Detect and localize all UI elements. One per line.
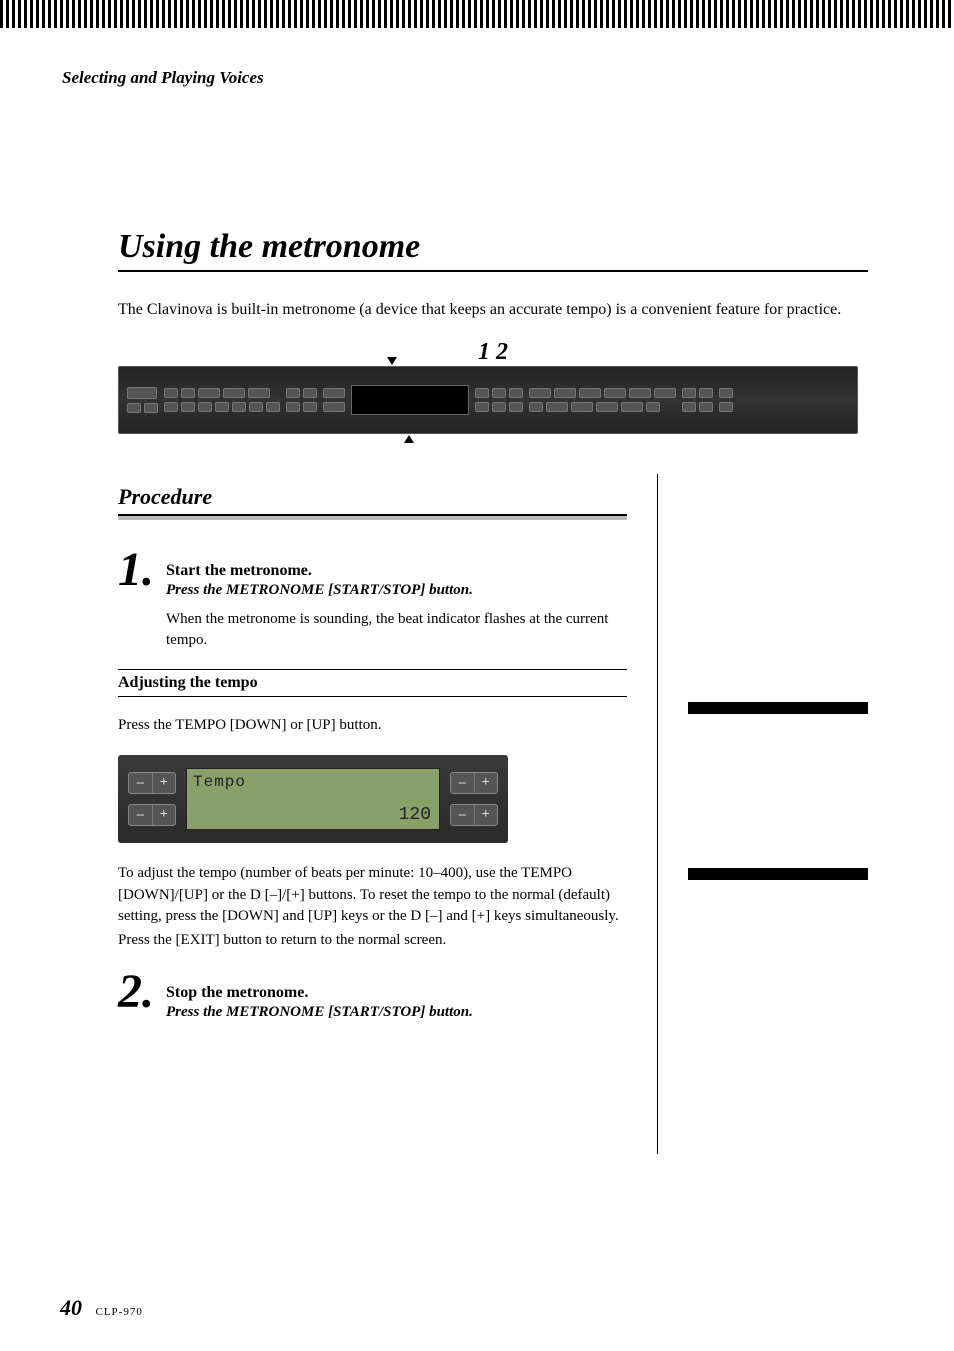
- lcd-screen: Tempo 120: [186, 768, 440, 830]
- panel-button: [529, 402, 543, 412]
- callout-arrow-icon: [404, 435, 414, 443]
- page-footer: 40 CLP-970: [60, 1295, 143, 1321]
- minus-icon: –: [451, 805, 475, 825]
- minus-icon: –: [451, 773, 475, 793]
- panel-button: [198, 388, 220, 398]
- lcd-illustration: – + – + Tempo 120 – +: [118, 755, 508, 843]
- panel-button: [699, 388, 713, 398]
- minus-plus-button: – +: [128, 772, 176, 794]
- panel-button: [682, 388, 696, 398]
- panel-button: [546, 402, 568, 412]
- section-title: Using the metronome: [118, 228, 868, 272]
- step-instruction: Press the METRONOME [START/STOP] button.: [166, 582, 627, 599]
- step-1: 1. Start the metronome. Press the METRON…: [118, 548, 627, 651]
- panel-lcd: [351, 385, 469, 415]
- panel-button: [629, 388, 651, 398]
- panel-button: [719, 388, 733, 398]
- model-name: CLP-970: [96, 1306, 143, 1318]
- adjust-detail-text: To adjust the tempo (number of beats per…: [118, 863, 627, 928]
- panel-button: [266, 402, 280, 412]
- step-title: Stop the metronome.: [166, 984, 473, 1002]
- panel-button: [554, 388, 576, 398]
- panel-button: [621, 402, 643, 412]
- panel-button: [127, 403, 141, 413]
- panel-button: [232, 402, 246, 412]
- step-number: 1.: [118, 548, 154, 591]
- chapter-heading: Selecting and Playing Voices: [62, 68, 868, 88]
- panel-button: [286, 388, 300, 398]
- panel-button: [646, 402, 660, 412]
- panel-button: [144, 403, 158, 413]
- panel-button: [164, 388, 178, 398]
- panel-button: [475, 402, 489, 412]
- step-title: Start the metronome.: [166, 562, 627, 580]
- step-number: 2.: [118, 970, 154, 1013]
- sidebar-note-bar: [688, 702, 868, 714]
- panel-button: [579, 388, 601, 398]
- intro-text: The Clavinova is built-in metronome (a d…: [118, 298, 868, 321]
- page-content: Selecting and Playing Voices Using the m…: [0, 28, 954, 1194]
- panel-button: [181, 402, 195, 412]
- panel-button: [571, 402, 593, 412]
- panel-button: [249, 402, 263, 412]
- sidebar-column: [658, 474, 868, 1154]
- subheading: Adjusting the tempo: [118, 669, 627, 697]
- panel-button: [215, 402, 229, 412]
- lcd-value: 120: [399, 805, 431, 825]
- sidebar-note-bar: [688, 868, 868, 880]
- panel-button: [223, 388, 245, 398]
- panel-button: [323, 388, 345, 398]
- plus-icon: +: [153, 773, 176, 793]
- instrument-panel-illustration: [118, 366, 858, 434]
- panel-button: [509, 388, 523, 398]
- panel-button: [164, 402, 178, 412]
- panel-button: [604, 388, 626, 398]
- plus-icon: +: [475, 773, 498, 793]
- panel-button: [682, 402, 696, 412]
- panel-button: [654, 388, 676, 398]
- figure-callout-numbers: 1 2: [118, 339, 868, 366]
- panel-button: [198, 402, 212, 412]
- callout-arrow-icon: [387, 357, 397, 365]
- panel-button: [248, 388, 270, 398]
- minus-icon: –: [129, 805, 153, 825]
- panel-button: [286, 402, 300, 412]
- plus-icon: +: [475, 805, 498, 825]
- adjust-intro-text: Press the TEMPO [DOWN] or [UP] button.: [118, 715, 627, 737]
- minus-plus-button: – +: [450, 804, 498, 826]
- panel-button: [509, 402, 523, 412]
- step-2: 2. Stop the metronome. Press the METRONO…: [118, 970, 627, 1031]
- procedure-heading: Procedure: [118, 484, 627, 510]
- panel-button: [303, 388, 317, 398]
- panel-button: [699, 402, 713, 412]
- panel-button: [529, 388, 551, 398]
- panel-button: [127, 387, 157, 399]
- step-description: When the metronome is sounding, the beat…: [166, 609, 627, 651]
- adjust-exit-text: Press the [EXIT] button to return to the…: [118, 930, 627, 952]
- panel-button: [596, 402, 618, 412]
- minus-icon: –: [129, 773, 153, 793]
- panel-button: [492, 402, 506, 412]
- divider: [118, 514, 627, 520]
- panel-button: [719, 402, 733, 412]
- page-top-decoration: [0, 0, 954, 28]
- plus-icon: +: [153, 805, 176, 825]
- step-instruction: Press the METRONOME [START/STOP] button.: [166, 1004, 473, 1021]
- minus-plus-button: – +: [450, 772, 498, 794]
- panel-button: [181, 388, 195, 398]
- lcd-label: Tempo: [193, 773, 246, 791]
- panel-button: [323, 402, 345, 412]
- panel-button: [492, 388, 506, 398]
- panel-button: [475, 388, 489, 398]
- page-number: 40: [60, 1295, 82, 1320]
- main-column: Procedure 1. Start the metronome. Press …: [118, 474, 658, 1154]
- panel-button: [303, 402, 317, 412]
- minus-plus-button: – +: [128, 804, 176, 826]
